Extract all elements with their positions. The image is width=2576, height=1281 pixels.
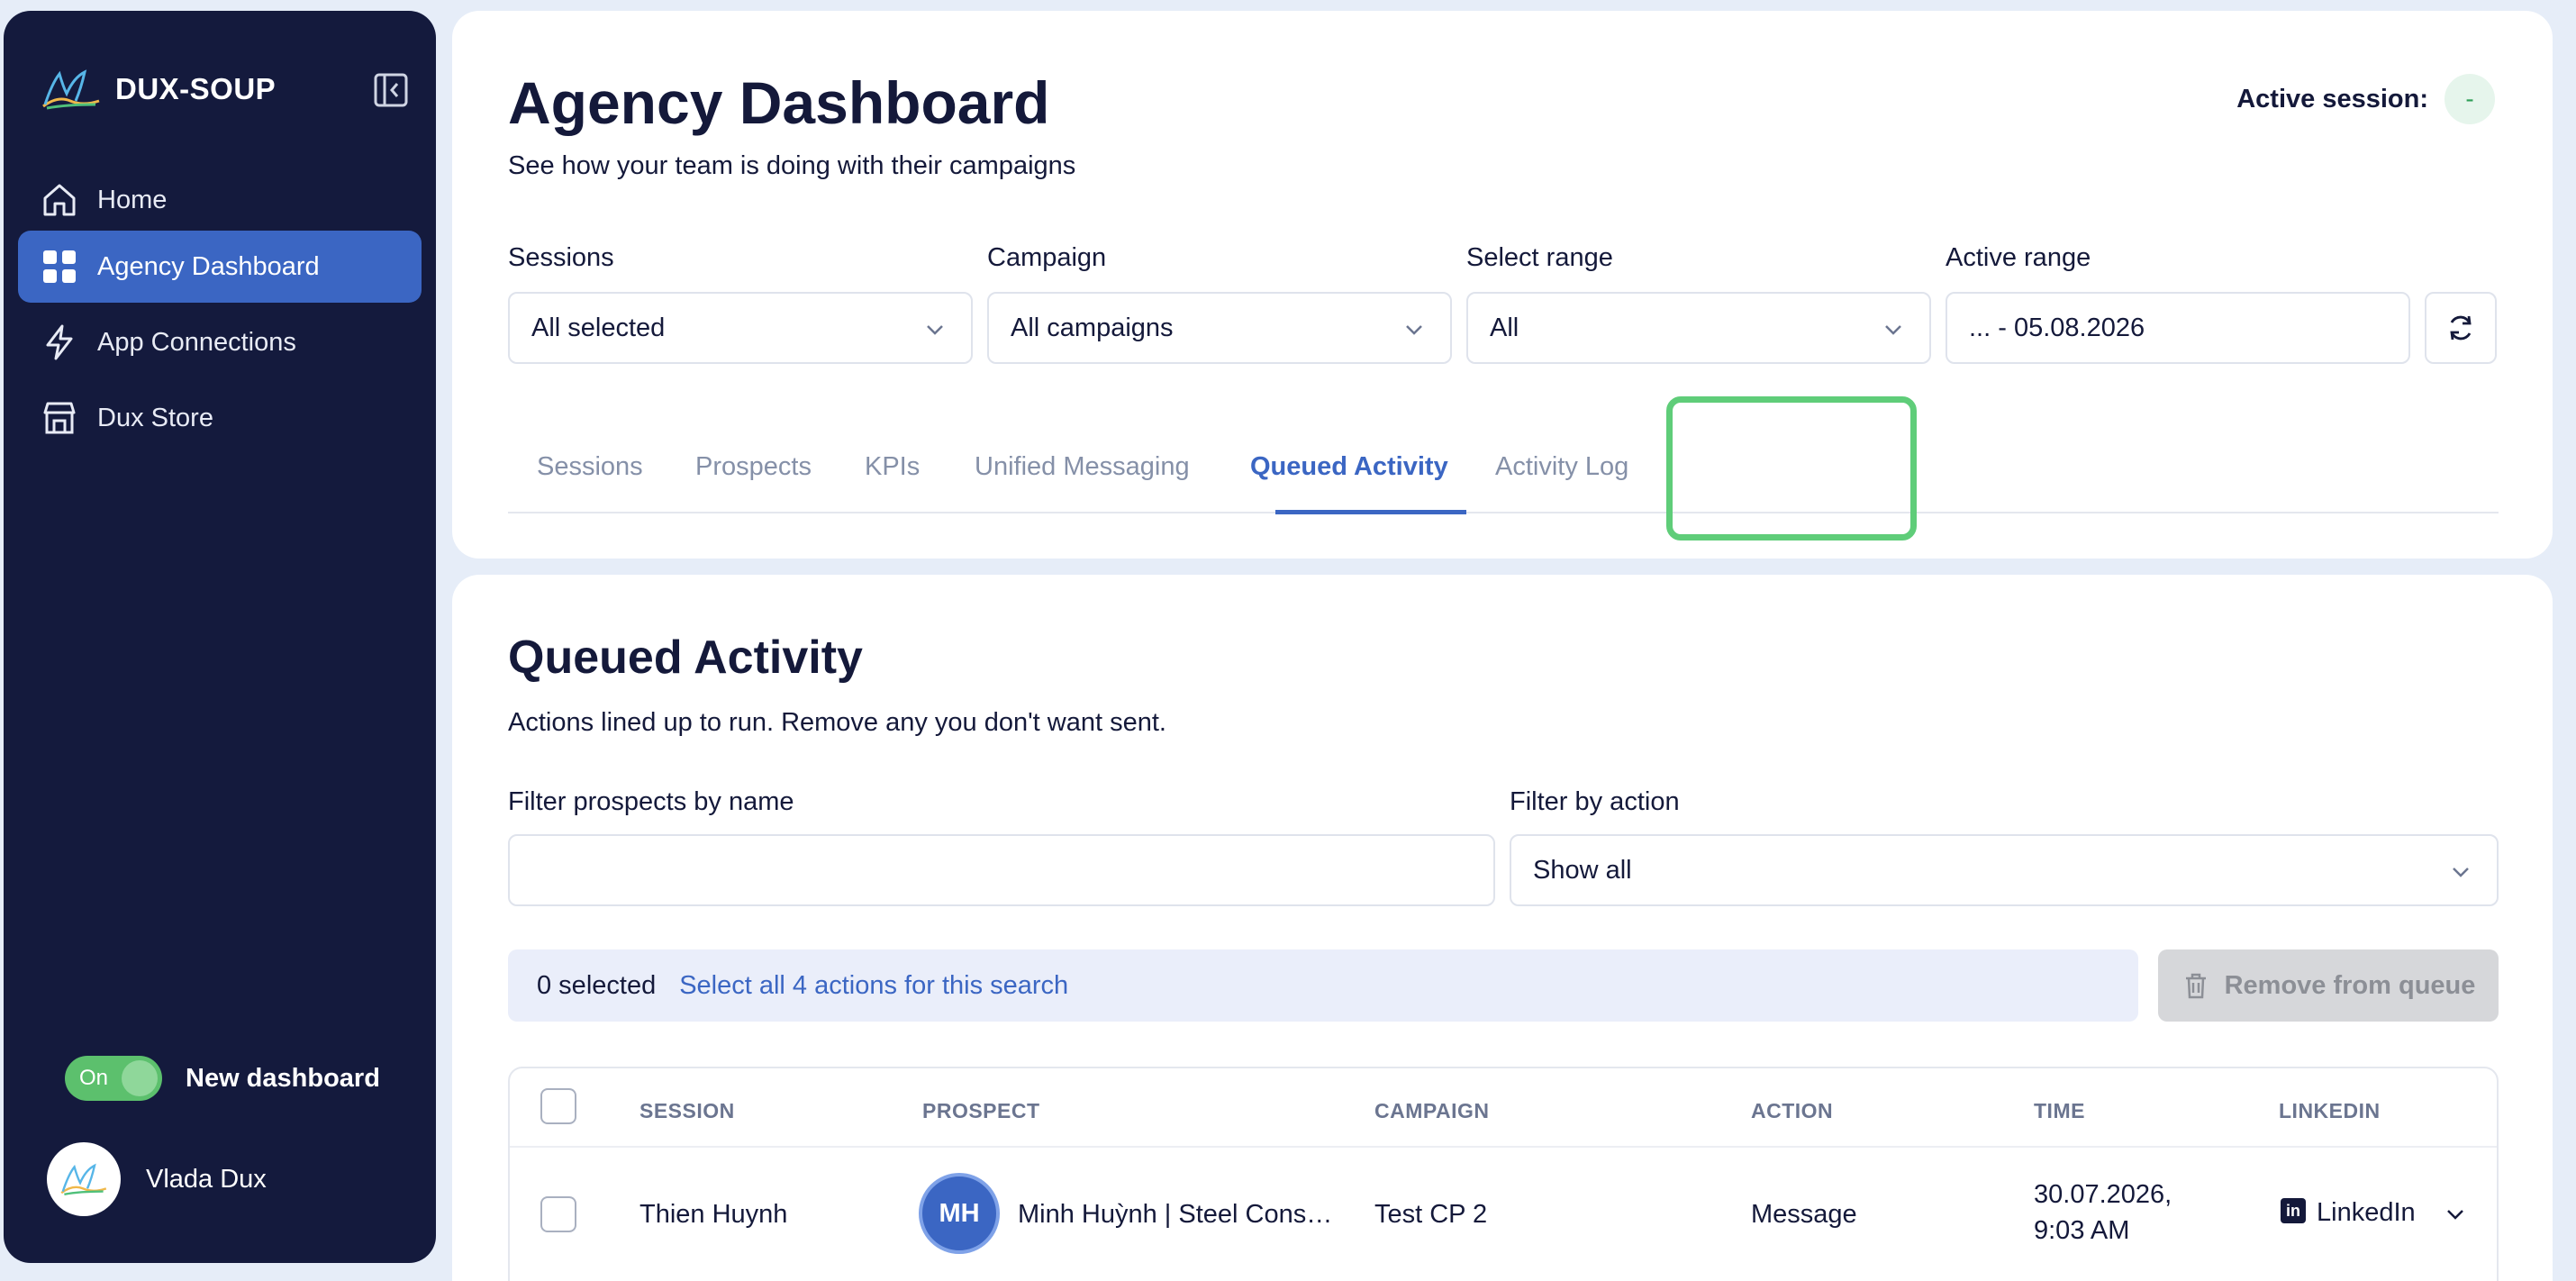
select-all-checkbox[interactable] xyxy=(540,1088,576,1124)
user-profile[interactable]: Vlada Dux xyxy=(47,1142,267,1216)
trash-icon xyxy=(2185,973,2206,999)
column-header-linkedin[interactable]: LINKEDIN xyxy=(2279,1099,2381,1123)
refresh-icon xyxy=(2450,315,2472,341)
range-filter-label: Select range xyxy=(1466,243,1613,272)
campaign-select-value: All campaigns xyxy=(1011,313,1174,342)
row-checkbox[interactable] xyxy=(540,1196,576,1232)
dashboard-tabs: Sessions Prospects KPIs Unified Messagin… xyxy=(508,425,2499,514)
tab-highlight-outline xyxy=(1666,396,1917,541)
remove-button-label: Remove from queue xyxy=(2224,970,2476,1000)
active-session: Active session: - xyxy=(2236,74,2495,124)
toggle-knob xyxy=(122,1060,158,1096)
range-select[interactable]: All xyxy=(1466,292,1931,364)
section-subtitle: Actions lined up to run. Remove any you … xyxy=(508,708,1166,737)
range-select-value: All xyxy=(1490,313,1519,342)
prospect-initials: MH xyxy=(939,1198,980,1228)
selection-bar: 0 selected Select all 4 actions for this… xyxy=(508,949,2138,1022)
table-divider xyxy=(510,1146,2497,1148)
active-session-badge: - xyxy=(2444,74,2495,124)
nav-item-home[interactable]: Home xyxy=(18,164,422,236)
page-subtitle: See how your team is doing with their ca… xyxy=(508,151,1076,180)
row-time-date: 30.07.2026, xyxy=(2034,1180,2172,1209)
linkedin-icon: in xyxy=(2281,1198,2306,1223)
prospect-avatar: MH xyxy=(919,1173,1000,1254)
active-range-field[interactable]: ... - 05.08.2026 xyxy=(1946,292,2410,364)
nav-item-app-connections[interactable]: App Connections xyxy=(18,306,422,378)
select-all-link[interactable]: Select all 4 actions for this search xyxy=(679,971,1068,1001)
home-icon xyxy=(43,184,76,216)
section-title: Queued Activity xyxy=(508,631,863,684)
expand-row-chevron-icon[interactable] xyxy=(2443,1202,2468,1227)
tab-queued-activity[interactable]: Queued Activity xyxy=(1250,452,1448,482)
chevron-down-icon xyxy=(1885,325,1901,335)
lightning-icon xyxy=(46,324,73,360)
column-header-action[interactable]: ACTION xyxy=(1751,1099,1833,1123)
row-session: Thien Huynh xyxy=(639,1200,788,1229)
sessions-select-value: All selected xyxy=(531,313,666,342)
nav-item-agency-dashboard[interactable]: Agency Dashboard xyxy=(18,231,422,303)
campaign-select[interactable]: All campaigns xyxy=(987,292,1452,364)
campaign-filter-label: Campaign xyxy=(987,243,1107,272)
column-header-time[interactable]: TIME xyxy=(2034,1099,2085,1123)
row-campaign: Test CP 2 xyxy=(1374,1200,1488,1229)
refresh-button[interactable] xyxy=(2425,292,2497,364)
row-prospect-name[interactable]: Minh Huỳnh | Steel Cons… xyxy=(1018,1200,1332,1230)
selected-count: 0 selected xyxy=(537,970,657,1000)
filter-name-label: Filter prospects by name xyxy=(508,787,794,816)
active-range-value: ... - 05.08.2026 xyxy=(1969,313,2145,342)
store-icon xyxy=(43,402,76,434)
page-title: Agency Dashboard xyxy=(508,69,1050,136)
tab-sessions[interactable]: Sessions xyxy=(537,452,643,482)
sidebar: DUX-SOUP Home Agency Dashboard App Conne… xyxy=(4,11,436,1263)
tab-kpis[interactable]: KPIs xyxy=(865,452,920,482)
tab-activity-log[interactable]: Activity Log xyxy=(1495,452,1628,482)
collapse-sidebar-icon[interactable] xyxy=(373,72,409,108)
brand: DUX-SOUP xyxy=(40,65,409,114)
dashboard-icon xyxy=(43,250,76,283)
filter-name-input[interactable] xyxy=(508,834,1495,906)
sessions-select[interactable]: All selected xyxy=(508,292,973,364)
filter-action-label: Filter by action xyxy=(1510,787,1680,816)
queued-activity-table: SESSION PROSPECT CAMPAIGN ACTION TIME LI… xyxy=(508,1067,2499,1281)
nav-label: Home xyxy=(97,185,168,214)
remove-from-queue-button[interactable]: Remove from queue xyxy=(2158,949,2499,1022)
active-range-label: Active range xyxy=(1946,243,2091,272)
nav-label: Agency Dashboard xyxy=(97,251,320,281)
user-name: Vlada Dux xyxy=(146,1164,267,1194)
avatar xyxy=(47,1142,121,1216)
toggle-label: New dashboard xyxy=(186,1063,380,1093)
row-action: Message xyxy=(1751,1200,1857,1229)
tab-unified-messaging[interactable]: Unified Messaging xyxy=(975,452,1190,482)
column-header-prospect[interactable]: PROSPECT xyxy=(922,1099,1040,1123)
tab-prospects[interactable]: Prospects xyxy=(695,452,812,482)
row-time-clock: 9:03 AM xyxy=(2034,1216,2130,1245)
dashboard-header-card: Agency Dashboard See how your team is do… xyxy=(452,11,2553,559)
row-linkedin-link[interactable]: LinkedIn xyxy=(2317,1198,2416,1228)
new-dashboard-toggle-row: On New dashboard xyxy=(65,1056,380,1101)
brand-name: DUX-SOUP xyxy=(115,72,277,105)
nav-label: App Connections xyxy=(97,327,296,357)
active-session-label: Active session: xyxy=(2236,84,2428,114)
sessions-filter-label: Sessions xyxy=(508,243,614,272)
column-header-campaign[interactable]: CAMPAIGN xyxy=(1374,1099,1490,1123)
nav-label: Dux Store xyxy=(97,403,213,432)
chevron-down-icon xyxy=(1406,325,1422,335)
filter-action-select[interactable]: Show all xyxy=(1510,834,2499,906)
column-header-session[interactable]: SESSION xyxy=(639,1099,735,1123)
chevron-down-icon xyxy=(927,325,943,335)
user-logo-icon xyxy=(60,1163,107,1195)
queued-activity-card: Queued Activity Actions lined up to run.… xyxy=(452,575,2553,1281)
toggle-state: On xyxy=(79,1066,109,1090)
chevron-down-icon xyxy=(2453,868,2469,877)
filter-action-value: Show all xyxy=(1533,855,1632,885)
dux-soup-logo xyxy=(42,69,100,110)
active-tab-indicator xyxy=(1275,510,1466,514)
nav-item-dux-store[interactable]: Dux Store xyxy=(18,382,422,454)
new-dashboard-toggle[interactable]: On xyxy=(65,1056,162,1101)
